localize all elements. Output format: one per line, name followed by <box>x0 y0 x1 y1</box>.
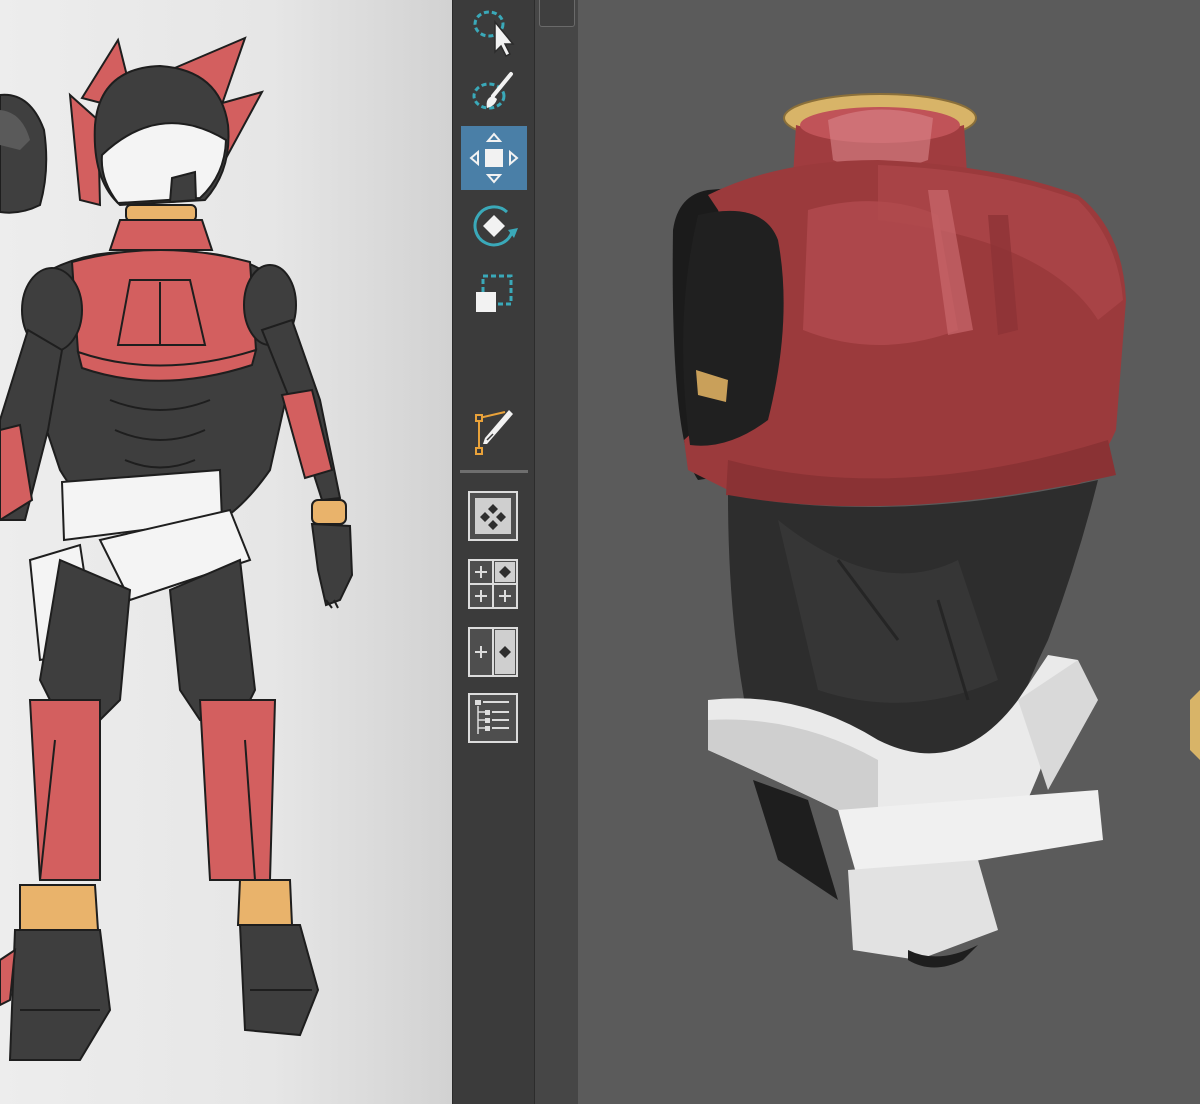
scale-tool[interactable] <box>461 262 527 326</box>
toolbar-divider <box>460 470 528 473</box>
quad-view-icon <box>468 559 518 609</box>
panel-tab[interactable] <box>539 0 575 27</box>
character-reference-drawing <box>0 36 354 1061</box>
outliner-icon <box>468 693 518 743</box>
move-tool[interactable] <box>461 126 527 190</box>
single-view-icon <box>468 491 518 541</box>
outliner-button[interactable] <box>467 692 519 744</box>
3d-viewport[interactable] <box>578 0 1200 1104</box>
rotate-diamond-icon <box>473 205 518 247</box>
knife-tool[interactable] <box>461 398 527 462</box>
select-lasso-tool[interactable] <box>461 0 527 64</box>
split-view-icon <box>468 627 518 677</box>
torso-armor-model <box>672 93 1200 968</box>
paint-select-tool[interactable] <box>461 62 527 126</box>
side-view-fragment <box>0 93 48 214</box>
tool-bar <box>452 0 535 1104</box>
move-arrows-icon <box>469 132 519 184</box>
panel-separator <box>534 0 579 1104</box>
rotate-tool[interactable] <box>461 194 527 258</box>
split-view-button[interactable] <box>467 626 519 678</box>
reference-image-panel <box>0 0 452 1104</box>
quad-view-button[interactable] <box>467 558 519 610</box>
knife-path-icon <box>475 410 513 455</box>
scale-box-icon <box>476 274 513 312</box>
select-lasso-arrow-icon <box>473 10 515 58</box>
brush-lasso-icon <box>472 72 513 110</box>
single-view-button[interactable] <box>467 490 519 542</box>
